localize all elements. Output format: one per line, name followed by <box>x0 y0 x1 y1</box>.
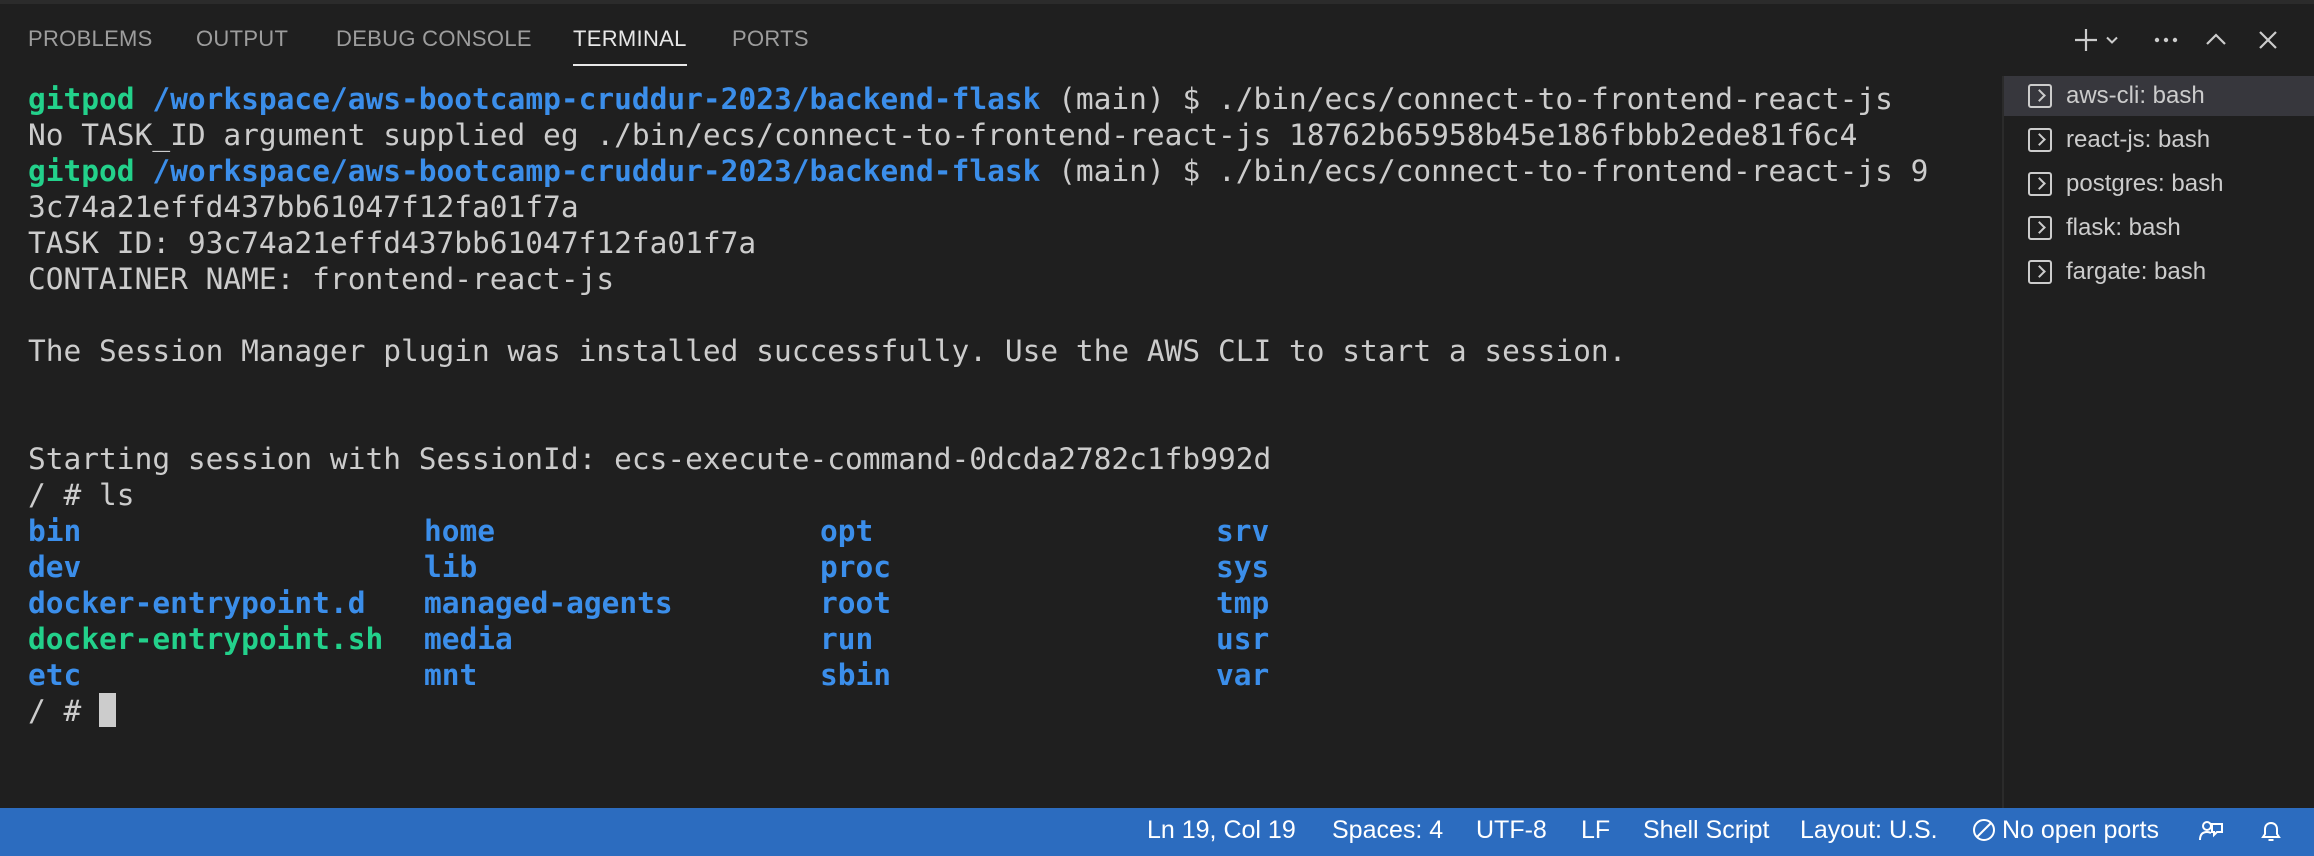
prompt-path: /workspace/aws-bootcamp-cruddur-2023/bac… <box>152 154 1041 188</box>
terminal-line: / # <box>28 693 117 729</box>
terminal-output[interactable]: gitpod /workspace/aws-bootcamp-cruddur-2… <box>0 76 2002 808</box>
status-bar: Ln 19, Col 19 Spaces: 4 UTF-8 LF Shell S… <box>0 808 2314 856</box>
more-icon <box>2154 37 2178 43</box>
ls-directory: home <box>424 514 496 548</box>
terminal-cursor <box>99 693 117 727</box>
ls-directory: lib <box>424 550 478 584</box>
chevron-down-icon <box>2106 36 2118 44</box>
prompt-path: /workspace/aws-bootcamp-cruddur-2023/bac… <box>152 82 1041 116</box>
ls-directory: srv <box>1216 514 1270 548</box>
terminal-line: The Session Manager plugin was installed… <box>28 334 1627 368</box>
ls-directory: run <box>820 622 874 656</box>
terminal-line: 3c74a21effd437bb61047f12fa01f7a <box>28 190 579 224</box>
ls-directory: var <box>1216 658 1270 692</box>
ls-directory: sbin <box>820 658 892 692</box>
ls-directory: usr <box>1216 622 1270 656</box>
feedback-button[interactable] <box>2198 818 2224 851</box>
tab-problems[interactable]: PROBLEMS <box>28 26 153 52</box>
terminal-line: No TASK_ID argument supplied eg ./bin/ec… <box>28 118 1858 152</box>
command-text: ./bin/ecs/connect-to-frontend-react-js 9 <box>1217 154 1929 188</box>
terminal-icon <box>2028 172 2052 196</box>
terminal-tab-fargate[interactable]: fargate: bash <box>2004 252 2314 292</box>
chevron-up-icon <box>2206 33 2226 45</box>
status-keyboard-layout[interactable]: Layout: U.S. <box>1800 816 1938 845</box>
terminal-tab-label: postgres: bash <box>2066 170 2224 197</box>
new-terminal-button[interactable] <box>2068 22 2104 58</box>
terminal-line: gitpod /workspace/aws-bootcamp-cruddur-2… <box>28 81 1893 117</box>
terminal-tab-label: flask: bash <box>2066 214 2181 241</box>
ls-directory: root <box>820 586 892 620</box>
ls-directory: sys <box>1216 550 1270 584</box>
terminal-tab-postgres[interactable]: postgres: bash <box>2004 164 2314 204</box>
status-ports-label: No open ports <box>2002 816 2160 844</box>
terminal-profile-dropdown[interactable] <box>2100 22 2124 58</box>
maximize-panel-button[interactable] <box>2198 22 2234 58</box>
terminal-line: gitpod /workspace/aws-bootcamp-cruddur-2… <box>28 153 1928 189</box>
ls-directory: opt <box>820 514 874 548</box>
plus-icon <box>2075 29 2097 51</box>
terminal-tab-flask[interactable]: flask: bash <box>2004 208 2314 248</box>
bell-icon <box>2261 821 2281 841</box>
ls-directory: tmp <box>1216 586 1270 620</box>
terminal-tabs-list: aws-cli: bash react-js: bash postgres: b… <box>2002 76 2314 808</box>
prompt-branch: (main) $ <box>1040 82 1218 116</box>
terminal-tab-label: react-js: bash <box>2066 126 2211 153</box>
ls-directory: docker-entrypoint.d <box>28 586 366 620</box>
panel-tab-bar: PROBLEMS OUTPUT DEBUG CONSOLE TERMINAL P… <box>0 0 2314 76</box>
terminal-tab-label: fargate: bash <box>2066 258 2207 285</box>
status-ports[interactable]: No open ports <box>1972 816 2159 845</box>
terminal-tab-label: aws-cli: bash <box>2066 82 2205 109</box>
terminal-line: TASK ID: 93c74a21effd437bb61047f12fa01f7… <box>28 226 757 260</box>
close-panel-button[interactable] <box>2250 22 2286 58</box>
tab-terminal[interactable]: TERMINAL <box>573 26 687 66</box>
ls-directory: media <box>424 622 513 656</box>
ls-directory: etc <box>28 658 82 692</box>
terminal-icon <box>2028 128 2052 152</box>
feedback-icon <box>2199 821 2223 841</box>
ls-directory: bin <box>28 514 82 548</box>
prompt-user: gitpod <box>28 154 135 188</box>
close-icon <box>2259 31 2277 49</box>
terminal-icon <box>2028 260 2052 284</box>
status-cursor-position[interactable]: Ln 19, Col 19 <box>1147 816 1296 845</box>
prompt-final: / # <box>28 694 100 728</box>
terminal-icon <box>2028 216 2052 240</box>
status-encoding[interactable]: UTF-8 <box>1476 816 1547 845</box>
ls-directory: proc <box>820 550 892 584</box>
tab-ports[interactable]: PORTS <box>732 26 809 52</box>
terminal-line: CONTAINER NAME: frontend-react-js <box>28 262 615 296</box>
prompt-branch: (main) $ <box>1040 154 1218 188</box>
status-eol[interactable]: LF <box>1581 816 1610 845</box>
no-ports-icon <box>1973 819 1995 841</box>
status-indentation[interactable]: Spaces: 4 <box>1332 816 1443 845</box>
terminal-line: / # ls <box>28 478 135 512</box>
command-text: ./bin/ecs/connect-to-frontend-react-js <box>1217 82 1893 116</box>
status-language[interactable]: Shell Script <box>1643 816 1769 845</box>
tab-debug-console[interactable]: DEBUG CONSOLE <box>336 26 532 52</box>
tab-output[interactable]: OUTPUT <box>196 26 288 52</box>
prompt-user: gitpod <box>28 82 135 116</box>
terminal-icon <box>2028 84 2052 108</box>
more-actions-button[interactable] <box>2148 22 2184 58</box>
ls-directory: dev <box>28 550 82 584</box>
ls-directory: mnt <box>424 658 478 692</box>
ls-file-executable: docker-entrypoint.sh <box>28 622 384 656</box>
terminal-tab-aws-cli[interactable]: aws-cli: bash <box>2004 76 2314 116</box>
notifications-button[interactable] <box>2258 818 2284 851</box>
terminal-tab-react-js[interactable]: react-js: bash <box>2004 120 2314 160</box>
terminal-line: Starting session with SessionId: ecs-exe… <box>28 442 1272 476</box>
ls-directory: managed-agents <box>424 586 673 620</box>
